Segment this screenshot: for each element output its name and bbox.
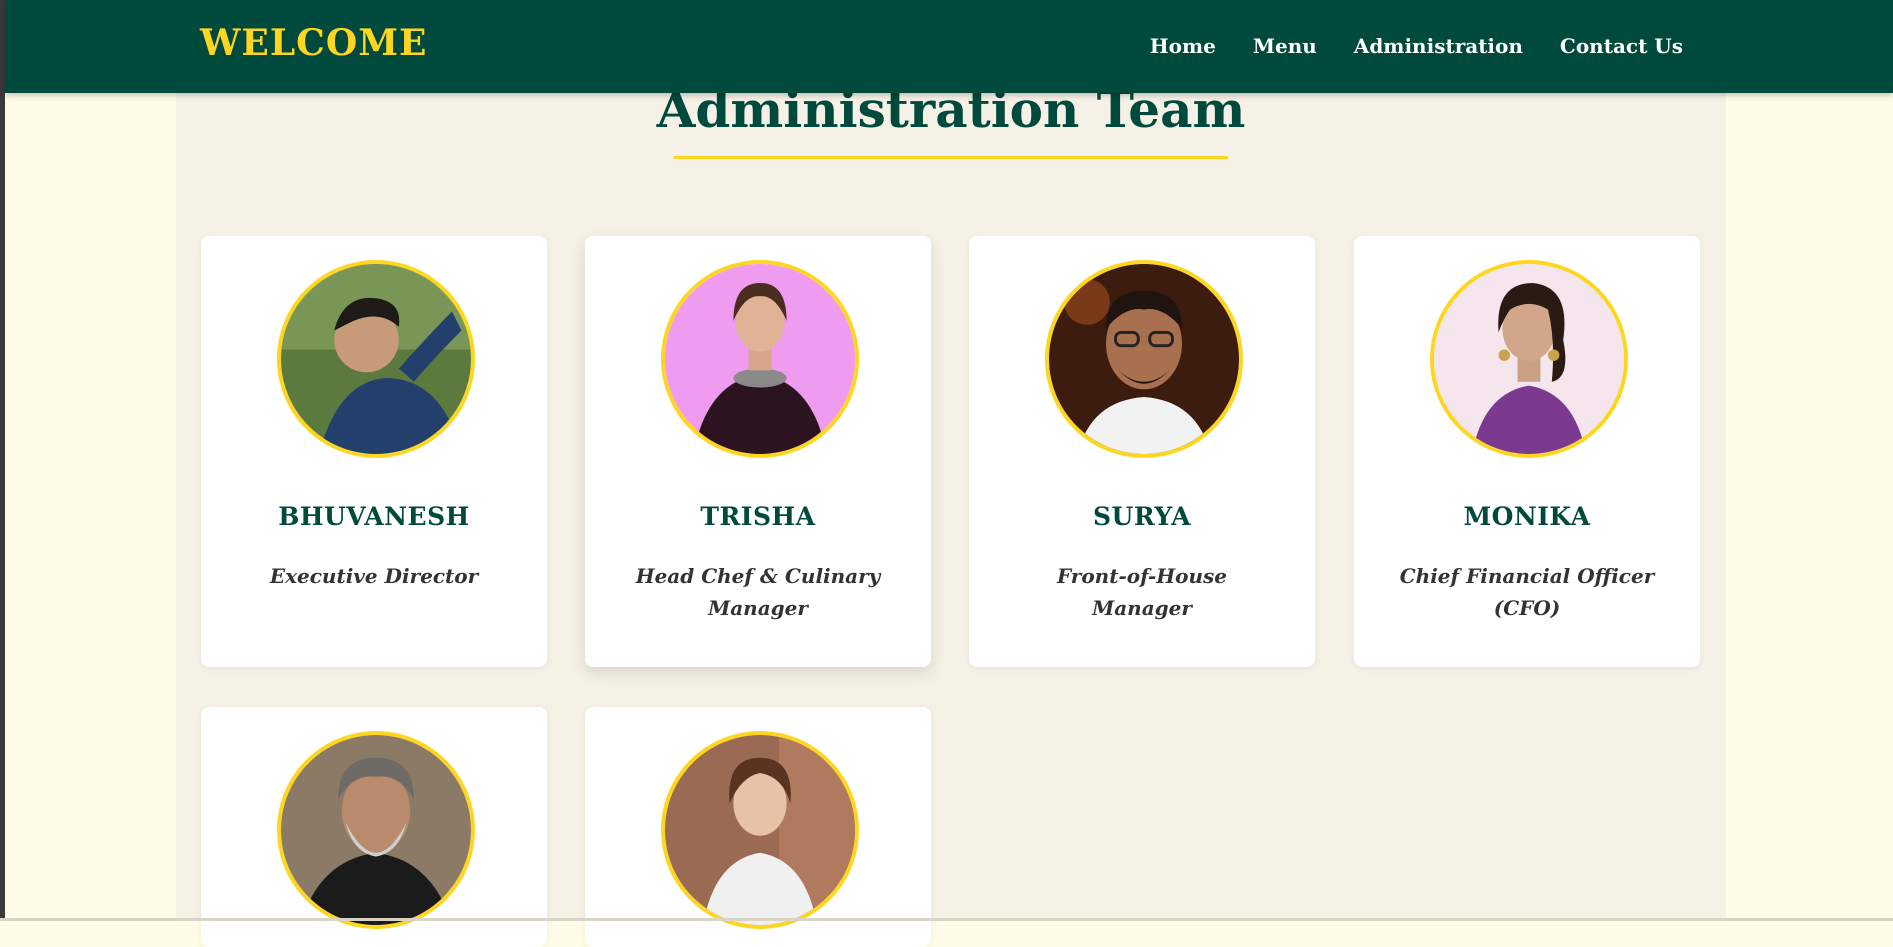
title-underline	[674, 156, 1228, 159]
team-card[interactable]: BHUVANESH Executive Director	[201, 236, 547, 667]
team-member-name: BHUVANESH	[278, 502, 470, 531]
top-navbar: WELCOME Home Menu Administration Contact…	[5, 0, 1893, 93]
nav-contact-link[interactable]: Contact Us	[1560, 34, 1683, 58]
team-member-photo	[661, 260, 859, 458]
team-member-name: MONIKA	[1463, 502, 1591, 531]
team-member-role: Front-of-House Manager	[1056, 564, 1228, 620]
team-member-photo	[1045, 260, 1243, 458]
main-content: Administration Team BHUVANESH Executive …	[176, 0, 1726, 947]
nav-home-link[interactable]: Home	[1150, 34, 1216, 58]
team-card[interactable]	[201, 707, 547, 947]
nav-links: Home Menu Administration Contact Us	[1113, 34, 1683, 58]
team-card[interactable]: MONIKA Chief Financial Officer (CFO)	[1354, 236, 1700, 667]
team-member-photo	[1430, 260, 1628, 458]
team-member-role: Chief Financial Officer (CFO)	[1399, 564, 1655, 620]
team-member-name: TRISHA	[700, 502, 816, 531]
team-card[interactable]: SURYA Front-of-House Manager	[969, 236, 1315, 667]
team-member-photo	[661, 731, 859, 929]
team-member-role: Executive Director	[269, 564, 479, 588]
team-member-photo	[277, 731, 475, 929]
team-card[interactable]: TRISHA Head Chef & Culinary Manager	[585, 236, 931, 667]
nav-menu-link[interactable]: Menu	[1253, 34, 1317, 58]
nav-administration-link[interactable]: Administration	[1354, 34, 1523, 58]
window-edge	[0, 0, 5, 921]
team-card[interactable]	[585, 707, 931, 947]
team-member-name: SURYA	[1092, 502, 1191, 531]
team-member-photo	[277, 260, 475, 458]
team-member-role: Head Chef & Culinary Manager	[635, 564, 881, 620]
brand-logo-text[interactable]: WELCOME	[200, 22, 427, 64]
